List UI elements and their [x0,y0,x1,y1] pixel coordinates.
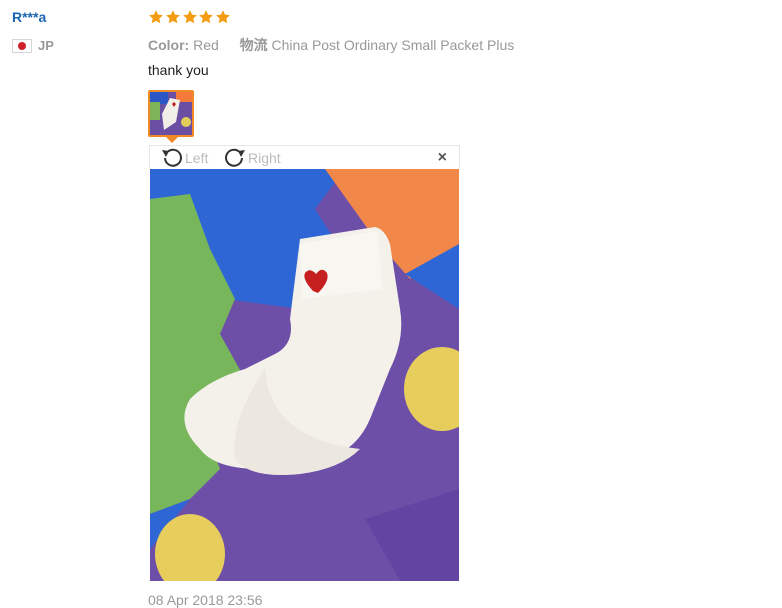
star-icon [182,9,198,25]
review-date: 08 Apr 2018 23:56 [148,592,263,608]
rotate-left-label: Left [185,150,209,166]
review-photo-thumbnail[interactable] [148,90,194,137]
country-code: JP [38,38,54,53]
review-photo-large [150,169,459,581]
shipping-label: 物流 [239,37,268,53]
close-viewer-icon[interactable]: × [438,150,447,166]
rotate-left-icon [162,148,182,167]
rotate-left-button[interactable]: Left [159,147,208,169]
star-rating [148,9,232,25]
rotate-right-label: Right [248,150,281,166]
star-icon [215,9,231,25]
color-label: Color: [148,37,190,53]
image-viewer-toolbar: Left Right × [149,145,460,169]
review-attributes: Color: Red 物流 China Post Ordinary Small … [148,35,514,55]
color-value: Red [193,37,219,53]
white-sock-photo [150,169,459,581]
japan-flag-icon [12,38,32,53]
rotate-right-button[interactable]: Right [222,147,281,169]
thumbnail-pointer [166,137,178,143]
feedback-text: thank you [148,62,209,78]
star-icon [148,9,164,25]
rotate-right-icon [225,148,245,167]
reviewer-country: JP [12,38,54,53]
star-icon [165,9,181,25]
reviewer-name[interactable]: R***a [12,9,46,25]
sock-thumbnail-image [150,92,192,135]
shipping-value: China Post Ordinary Small Packet Plus [271,37,515,53]
star-icon [198,9,214,25]
